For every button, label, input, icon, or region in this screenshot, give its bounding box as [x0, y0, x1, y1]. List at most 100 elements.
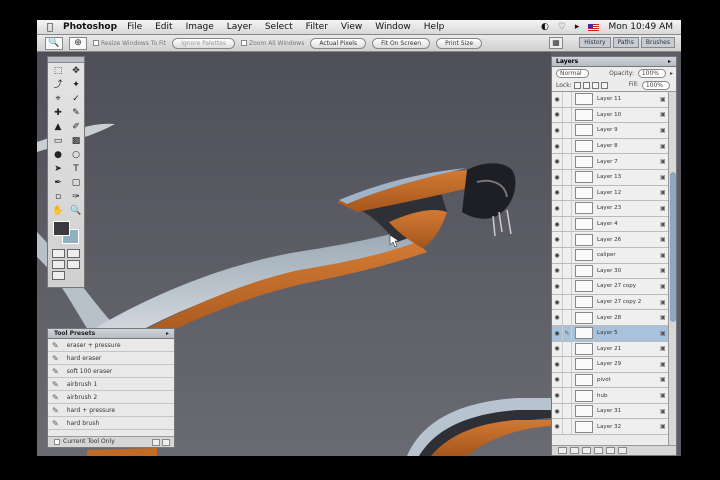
resize-windows-checkbox[interactable]: Resize Windows To Fit	[93, 40, 166, 47]
menu-view[interactable]: View	[341, 22, 362, 32]
layers-scrollbar[interactable]	[668, 92, 676, 447]
link-icon[interactable]	[562, 216, 572, 232]
layer-row[interactable]: ◉ Layer 12 ▣	[552, 185, 670, 202]
visibility-eye-icon[interactable]: ◉	[552, 408, 562, 415]
link-icon[interactable]	[562, 138, 572, 154]
visibility-eye-icon[interactable]: ◉	[552, 174, 562, 181]
visibility-eye-icon[interactable]: ◉	[552, 423, 562, 430]
visibility-eye-icon[interactable]: ◉	[552, 111, 562, 118]
zoom-tool-preset-icon[interactable]: 🔍	[45, 36, 63, 50]
preset-item[interactable]: ✎ soft 100 eraser	[48, 365, 174, 378]
visibility-eye-icon[interactable]: ◉	[552, 158, 562, 165]
new-preset-icon[interactable]	[152, 438, 160, 446]
keyboard-flag-icon[interactable]	[588, 23, 600, 31]
preset-item[interactable]: ✎ hard eraser	[48, 352, 174, 365]
link-icon[interactable]	[562, 123, 572, 138]
layer-row[interactable]: ◉ Layer 9 ▣	[552, 123, 670, 139]
delete-layer-icon[interactable]	[618, 447, 627, 454]
foreground-color-swatch[interactable]	[53, 221, 70, 236]
type-tool-icon[interactable]: T	[68, 163, 84, 176]
menu-select[interactable]: Select	[265, 22, 293, 32]
visibility-eye-icon[interactable]: ◉	[552, 96, 562, 103]
preset-item[interactable]: ✎ eraser + pressure	[48, 339, 174, 352]
adjustment-layer-icon[interactable]	[594, 447, 603, 454]
layers-tab[interactable]: Layers	[556, 57, 578, 66]
slice-tool-icon[interactable]: ✓	[68, 93, 84, 106]
file-browser-icon[interactable]: ▦	[549, 37, 563, 49]
actual-pixels-button[interactable]: Actual Pixels	[310, 37, 367, 49]
gradient-tool-icon[interactable]: ▩	[68, 135, 84, 148]
layer-row[interactable]: ◉ Layer 11 ▣	[552, 92, 670, 108]
layer-row[interactable]: ◉ Layer 28 ▣	[552, 310, 670, 326]
layer-row[interactable]: ◉ Layer 21 ▣	[552, 341, 670, 358]
zoom-tool-icon[interactable]: 🔍	[68, 205, 84, 218]
visibility-eye-icon[interactable]: ◉	[552, 189, 562, 196]
layer-mask-icon[interactable]	[570, 447, 579, 454]
layer-row[interactable]: ◉ Layer 10 ▣	[552, 107, 670, 124]
layer-row[interactable]: ◉ pivot ▣	[552, 372, 670, 389]
visibility-eye-icon[interactable]: ◉	[552, 221, 562, 228]
preset-item[interactable]: ✎ hard + pressure	[48, 404, 174, 417]
visibility-eye-icon[interactable]: ◉	[552, 376, 562, 383]
zoom-mode-icon[interactable]: ⊕	[69, 36, 87, 50]
volume-icon[interactable]: ▸	[575, 22, 580, 32]
visibility-eye-icon[interactable]: ◉	[552, 236, 562, 243]
tool-presets-tab[interactable]: Tool Presets	[54, 329, 95, 338]
preset-item[interactable]: ✎ airbrush 1	[48, 378, 174, 391]
apple-menu-icon[interactable]: 	[37, 22, 63, 33]
visibility-eye-icon[interactable]: ◉	[552, 299, 562, 306]
new-set-icon[interactable]	[582, 447, 591, 454]
layer-row[interactable]: ◉ Layer 23 ▣	[552, 201, 670, 217]
eraser-tool-icon[interactable]: ▭	[50, 135, 66, 148]
hand-tool-icon[interactable]: ✋	[50, 205, 66, 218]
move-tool-icon[interactable]: ✥	[68, 65, 84, 78]
visibility-eye-icon[interactable]: ◉	[552, 283, 562, 290]
standard-mode-icon[interactable]	[52, 249, 65, 258]
link-icon[interactable]	[562, 247, 572, 263]
link-icon[interactable]: ✎	[562, 325, 572, 341]
link-icon[interactable]	[562, 185, 572, 201]
visibility-eye-icon[interactable]: ◉	[552, 392, 562, 399]
link-icon[interactable]	[562, 310, 572, 325]
notes-tool-icon[interactable]: ▫	[50, 191, 66, 204]
link-icon[interactable]	[562, 419, 572, 435]
link-icon[interactable]	[562, 169, 572, 185]
scroll-thumb[interactable]	[670, 172, 676, 322]
visibility-eye-icon[interactable]: ◉	[552, 330, 562, 337]
link-icon[interactable]	[562, 154, 572, 169]
palette-menu-icon[interactable]: ▸	[166, 329, 174, 338]
app-menu[interactable]: Photoshop	[63, 22, 117, 32]
ignore-palettes-button[interactable]: Ignore Palettes	[172, 37, 235, 49]
visibility-eye-icon[interactable]: ◉	[552, 267, 562, 274]
menu-file[interactable]: File	[127, 22, 142, 32]
magic-wand-tool-icon[interactable]: ✦	[68, 79, 84, 92]
link-icon[interactable]	[562, 279, 572, 294]
layer-row[interactable]: ◉ Layer 32 ▣	[552, 419, 670, 436]
layer-row[interactable]: ◉ caliper ▣	[552, 247, 670, 264]
menu-help[interactable]: Help	[424, 22, 445, 32]
layer-row[interactable]: ◉ Layer 4 ▣	[552, 216, 670, 233]
menu-edit[interactable]: Edit	[155, 22, 172, 32]
shape-tool-icon[interactable]: ▢	[68, 177, 84, 190]
lock-position-icon[interactable]	[591, 82, 599, 89]
brush-tool-icon[interactable]: ✎	[68, 107, 84, 120]
clone-stamp-tool-icon[interactable]: ▲	[50, 121, 66, 134]
blur-tool-icon[interactable]: ●	[50, 149, 66, 162]
link-icon[interactable]	[562, 232, 572, 247]
layer-row[interactable]: ◉ Layer 7 ▣	[552, 154, 670, 170]
link-icon[interactable]	[562, 372, 572, 388]
lasso-tool-icon[interactable]: ⤴	[50, 79, 66, 92]
preset-item[interactable]: ✎ airbrush 2	[48, 391, 174, 404]
quick-mask-mode-icon[interactable]	[67, 249, 80, 258]
new-layer-icon[interactable]	[606, 447, 615, 454]
lock-all-icon[interactable]	[600, 82, 608, 89]
path-selection-tool-icon[interactable]: ➤	[50, 163, 66, 176]
tab-paths[interactable]: Paths	[612, 37, 639, 48]
tab-history[interactable]: History	[579, 37, 611, 48]
menu-layer[interactable]: Layer	[227, 22, 252, 32]
airport-icon[interactable]: ♡	[558, 22, 566, 32]
eyedropper-tool-icon[interactable]: ✑	[68, 191, 84, 204]
pen-tool-icon[interactable]: ✒	[50, 177, 66, 190]
layer-row[interactable]: ◉ hub ▣	[552, 388, 670, 404]
visibility-eye-icon[interactable]: ◉	[552, 205, 562, 212]
